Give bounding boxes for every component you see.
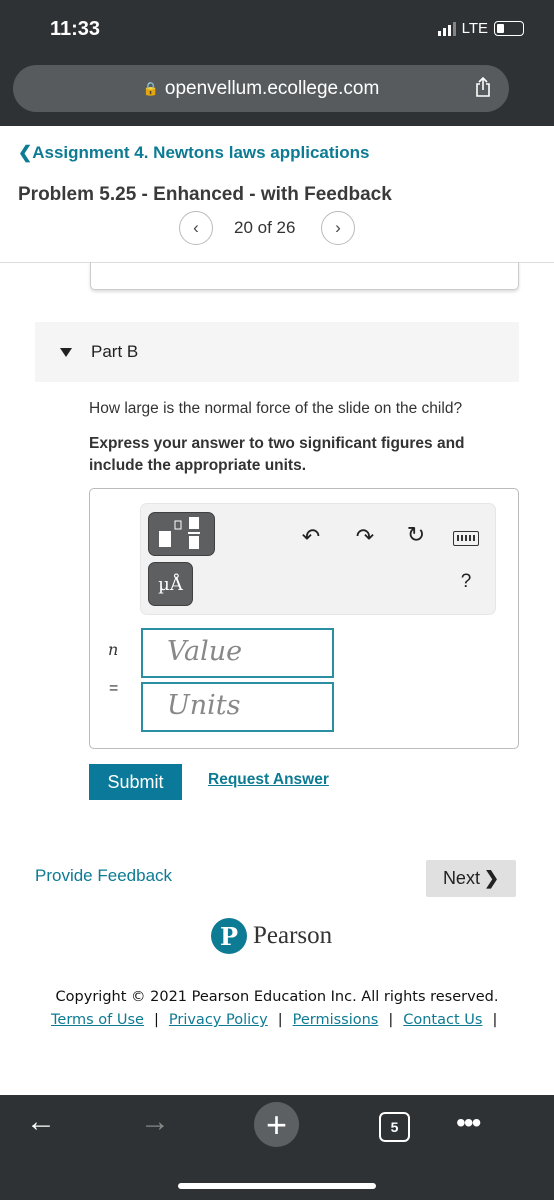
help-button[interactable]: ? <box>451 571 481 593</box>
status-indicators: LTE <box>437 20 524 37</box>
next-button[interactable]: Next ❯ <box>426 860 516 897</box>
variable-label: n <box>108 640 119 659</box>
keyboard-icon[interactable] <box>453 531 479 546</box>
request-answer-link[interactable]: Request Answer <box>208 771 329 789</box>
undo-icon[interactable]: ↶ <box>296 524 326 550</box>
copyright-text: Copyright © 2021 Pearson Education Inc. … <box>55 989 499 1005</box>
status-time: 11:33 <box>50 18 101 40</box>
pager-text: 20 of 26 <box>234 218 296 237</box>
tabs-button[interactable]: 5 <box>379 1112 410 1142</box>
more-menu-icon[interactable]: ••• <box>456 1107 481 1139</box>
redo-icon[interactable]: ↷ <box>350 524 380 550</box>
equals-sign: = <box>109 680 119 697</box>
permissions-link[interactable]: Permissions <box>293 1012 379 1028</box>
next-problem-button[interactable]: › <box>321 211 355 245</box>
signal-icon <box>437 21 456 36</box>
footer-links: Terms of Use | Privacy Policy | Permissions |… <box>51 1012 498 1028</box>
pearson-p-icon: P <box>211 918 247 954</box>
math-toolbar: µÅ ↶ ↷ ↻ ? <box>140 503 496 615</box>
previous-part-card <box>90 262 519 290</box>
reset-icon[interactable]: ↻ <box>401 522 431 548</box>
browser-top-bar: 11:33 LTE 🔒 openvellum.ecollege.com <box>0 0 554 126</box>
pearson-logo: P Pearson <box>211 918 332 954</box>
terms-link[interactable]: Terms of Use <box>51 1012 144 1028</box>
forward-arrow-icon[interactable]: → <box>140 1105 170 1139</box>
address-bar[interactable]: 🔒 openvellum.ecollege.com <box>13 65 509 112</box>
part-label: Part B <box>91 342 139 361</box>
breadcrumb-text: Assignment 4. Newtons laws applications <box>32 143 370 162</box>
chevron-right-icon: ❯ <box>483 868 500 888</box>
provide-feedback-link[interactable]: Provide Feedback <box>35 866 172 886</box>
templates-icon <box>159 517 200 549</box>
battery-icon <box>494 21 524 36</box>
lock-icon: 🔒 <box>142 80 159 96</box>
contact-link[interactable]: Contact Us <box>403 1012 482 1028</box>
back-arrow-icon[interactable]: ← <box>26 1105 56 1139</box>
units-button[interactable]: µÅ <box>148 562 193 606</box>
submit-button[interactable]: Submit <box>89 764 182 800</box>
templates-button[interactable] <box>148 512 215 556</box>
network-label: LTE <box>461 20 488 37</box>
share-icon[interactable] <box>475 77 491 97</box>
privacy-link[interactable]: Privacy Policy <box>169 1012 268 1028</box>
instruction-text: Express your answer to two significant f… <box>89 435 465 474</box>
breadcrumb-link[interactable]: ❮Assignment 4. Newtons laws applications <box>18 143 370 163</box>
collapse-triangle-icon <box>60 348 72 357</box>
prev-problem-button[interactable]: ‹ <box>179 211 213 245</box>
new-tab-plus-icon[interactable]: + <box>254 1102 299 1147</box>
units-input[interactable]: Units <box>141 682 334 732</box>
part-header[interactable]: Part B <box>35 322 519 382</box>
next-label: Next <box>442 868 480 888</box>
browser-bottom-bar: ← → + 5 ••• <box>0 1095 554 1200</box>
url-text: openvellum.ecollege.com <box>164 77 380 99</box>
pearson-wordmark: Pearson <box>253 922 333 949</box>
question-text: How large is the normal force of the sli… <box>89 400 463 417</box>
value-input[interactable]: Value <box>141 628 334 678</box>
home-indicator[interactable] <box>178 1183 376 1189</box>
page-title: Problem 5.25 - Enhanced - with Feedback <box>18 184 392 205</box>
